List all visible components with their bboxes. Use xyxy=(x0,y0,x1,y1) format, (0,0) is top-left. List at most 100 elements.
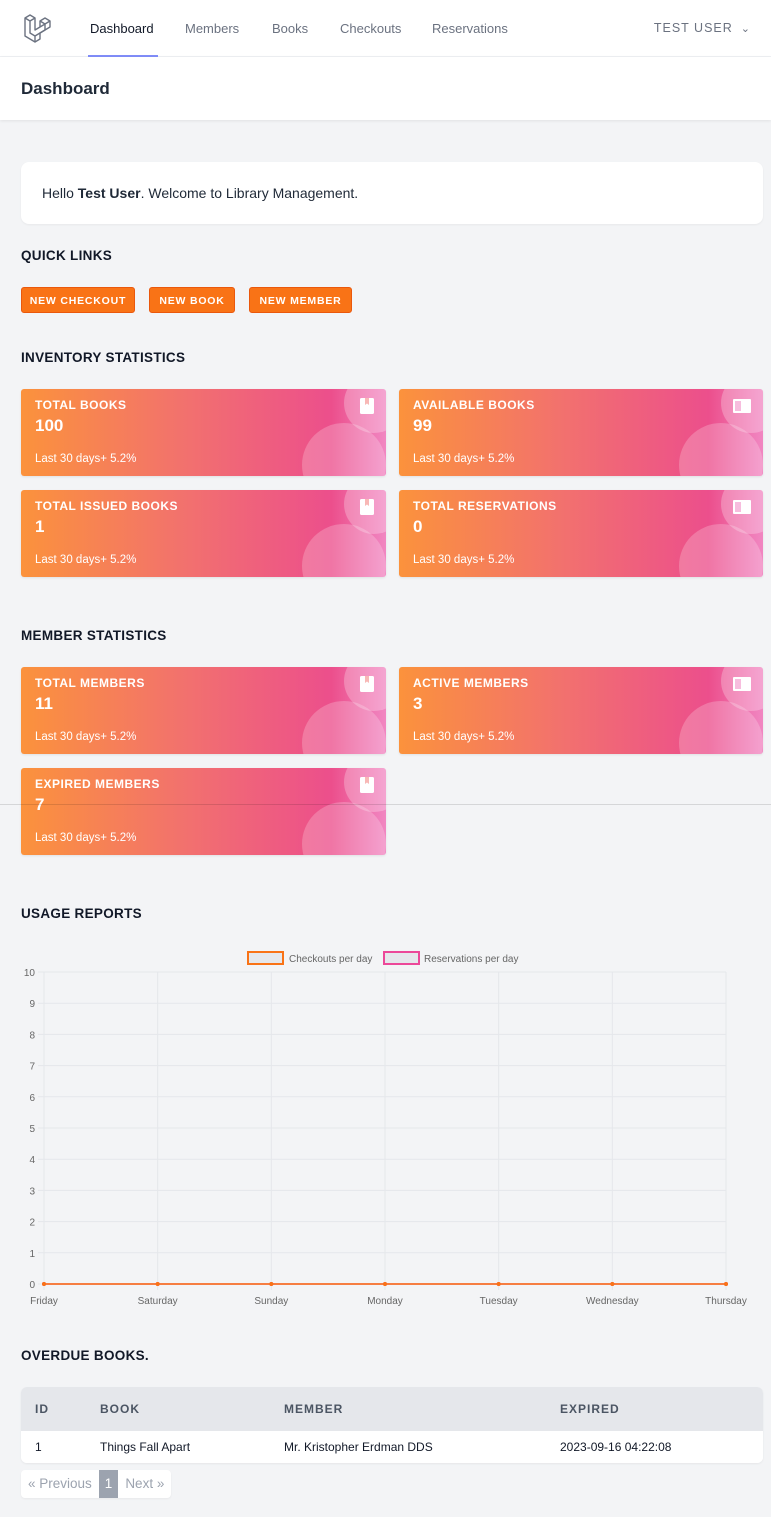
legend-swatch xyxy=(247,951,284,965)
cell-book: Things Fall Apart xyxy=(100,1440,191,1454)
overdue-books-title: OVERDUE BOOKS. xyxy=(21,1348,149,1363)
nav-link-books[interactable]: Books xyxy=(272,0,308,57)
book-open-icon xyxy=(733,399,751,413)
welcome-panel: Hello Test User. Welcome to Library Mana… xyxy=(21,162,763,224)
pagination-current-page[interactable]: 1 xyxy=(98,1470,119,1498)
y-tick-label: 4 xyxy=(29,1155,35,1166)
card-footnote: Last 30 days+ 5.2% xyxy=(35,832,137,844)
card-footnote: Last 30 days+ 5.2% xyxy=(35,731,137,743)
y-tick-label: 7 xyxy=(29,1062,35,1073)
top-navbar: Dashboard Members Books Checkouts Reserv… xyxy=(0,0,771,57)
new-checkout-button[interactable]: NEW CHECKOUT xyxy=(21,287,135,313)
card-value: 11 xyxy=(35,694,53,713)
welcome-user-name: Test User xyxy=(77,185,141,201)
new-book-button[interactable]: NEW BOOK xyxy=(149,287,235,313)
nav-link-members[interactable]: Members xyxy=(185,0,239,57)
y-tick-label: 1 xyxy=(29,1249,35,1260)
overdue-books-table: ID BOOK MEMBER EXPIRED 1 Things Fall Apa… xyxy=(21,1387,763,1463)
column-header-expired: EXPIRED xyxy=(560,1402,620,1416)
legend-label: Checkouts per day xyxy=(289,954,372,965)
column-header-id: ID xyxy=(35,1402,49,1416)
y-tick-label: 8 xyxy=(29,1030,35,1041)
card-value: 3 xyxy=(413,694,423,713)
x-tick-label: Thursday xyxy=(705,1296,747,1307)
stat-card-total-reservations: TOTAL RESERVATIONS 0 Last 30 days+ 5.2% xyxy=(399,490,763,577)
data-point xyxy=(383,1282,387,1286)
page-header: Dashboard xyxy=(0,57,771,120)
welcome-suffix: . Welcome to Library Management. xyxy=(140,185,359,201)
pagination: « Previous 1 Next » xyxy=(21,1470,172,1498)
card-value: 0 xyxy=(413,517,423,536)
book-icon xyxy=(360,398,374,414)
stat-card-total-books: TOTAL BOOKS 100 Last 30 days+ 5.2% xyxy=(21,389,386,476)
user-menu-dropdown[interactable]: TEST USER ⌄ xyxy=(654,0,751,57)
card-footnote: Last 30 days+ 5.2% xyxy=(413,554,515,566)
x-tick-label: Tuesday xyxy=(480,1296,518,1307)
quick-links-title: QUICK LINKS xyxy=(21,248,113,263)
cell-member: Mr. Kristopher Erdman DDS xyxy=(284,1440,433,1454)
legend-label: Reservations per day xyxy=(424,954,519,965)
y-tick-label: 5 xyxy=(29,1124,35,1135)
chevron-down-icon: ⌄ xyxy=(740,23,751,35)
y-tick-label: 0 xyxy=(29,1280,35,1291)
x-tick-label: Saturday xyxy=(138,1296,178,1307)
cell-expired: 2023-09-16 04:22:08 xyxy=(560,1440,672,1454)
nav-link-checkouts[interactable]: Checkouts xyxy=(340,0,401,57)
inventory-statistics-title: INVENTORY STATISTICS xyxy=(21,350,186,365)
stat-card-expired-members: EXPIRED MEMBERS 7 Last 30 days+ 5.2% xyxy=(21,768,386,855)
y-tick-label: 9 xyxy=(29,999,35,1010)
stat-card-active-members: ACTIVE MEMBERS 3 Last 30 days+ 5.2% xyxy=(399,667,763,754)
usage-reports-title: USAGE REPORTS xyxy=(21,906,142,921)
card-label: EXPIRED MEMBERS xyxy=(35,777,160,791)
card-label: ACTIVE MEMBERS xyxy=(413,676,529,690)
column-header-book: BOOK xyxy=(100,1402,140,1416)
pagination-next[interactable]: Next » xyxy=(118,1470,171,1498)
column-header-member: MEMBER xyxy=(284,1402,344,1416)
card-label: TOTAL MEMBERS xyxy=(35,676,145,690)
cell-id: 1 xyxy=(35,1440,42,1454)
legend-swatch xyxy=(383,951,420,965)
book-icon xyxy=(360,676,374,692)
y-tick-label: 2 xyxy=(29,1218,35,1229)
card-value: 100 xyxy=(35,416,64,435)
welcome-prefix: Hello xyxy=(42,185,78,201)
y-tick-label: 3 xyxy=(29,1186,35,1197)
new-member-button[interactable]: NEW MEMBER xyxy=(249,287,352,313)
laravel-logo-icon[interactable] xyxy=(22,12,54,44)
y-tick-label: 10 xyxy=(24,968,36,979)
data-point xyxy=(155,1282,160,1286)
card-label: TOTAL RESERVATIONS xyxy=(413,499,557,513)
nav-link-dashboard[interactable]: Dashboard xyxy=(88,0,158,57)
page-title: Dashboard xyxy=(21,79,110,98)
user-name: TEST USER xyxy=(653,21,733,35)
stat-card-total-issued-books: TOTAL ISSUED BOOKS 1 Last 30 days+ 5.2% xyxy=(21,490,386,577)
data-point xyxy=(724,1282,728,1286)
data-point xyxy=(496,1282,501,1286)
book-open-icon xyxy=(733,677,751,691)
book-icon xyxy=(360,777,374,793)
card-footnote: Last 30 days+ 5.2% xyxy=(35,554,137,566)
nav-link-reservations[interactable]: Reservations xyxy=(432,0,508,57)
x-tick-label: Friday xyxy=(30,1296,58,1307)
pagination-previous[interactable]: « Previous xyxy=(21,1470,99,1498)
book-icon xyxy=(360,499,374,515)
card-footnote: Last 30 days+ 5.2% xyxy=(413,453,515,465)
book-open-icon xyxy=(733,500,751,514)
usage-line-chart: 0 1 2 3 4 5 6 7 8 9 10 Friday Saturday Sunday Monday Tu… xyxy=(24,951,747,1307)
card-footnote: Last 30 days+ 5.2% xyxy=(35,453,137,465)
card-value: 99 xyxy=(413,416,432,435)
x-tick-label: Sunday xyxy=(254,1296,288,1307)
x-tick-label: Wednesday xyxy=(586,1296,639,1307)
table-header: ID BOOK MEMBER EXPIRED xyxy=(21,1387,763,1431)
y-tick-label: 6 xyxy=(29,1093,35,1104)
viewport-divider xyxy=(0,804,771,805)
card-label: TOTAL ISSUED BOOKS xyxy=(35,499,179,513)
data-point xyxy=(42,1282,46,1286)
table-row[interactable]: 1 Things Fall Apart Mr. Kristopher Erdma… xyxy=(21,1431,763,1463)
card-footnote: Last 30 days+ 5.2% xyxy=(413,731,515,743)
card-value: 7 xyxy=(35,795,45,814)
data-point xyxy=(610,1282,615,1286)
stat-card-total-members: TOTAL MEMBERS 11 Last 30 days+ 5.2% xyxy=(21,667,386,754)
x-tick-label: Monday xyxy=(367,1296,403,1307)
card-value: 1 xyxy=(35,517,45,536)
